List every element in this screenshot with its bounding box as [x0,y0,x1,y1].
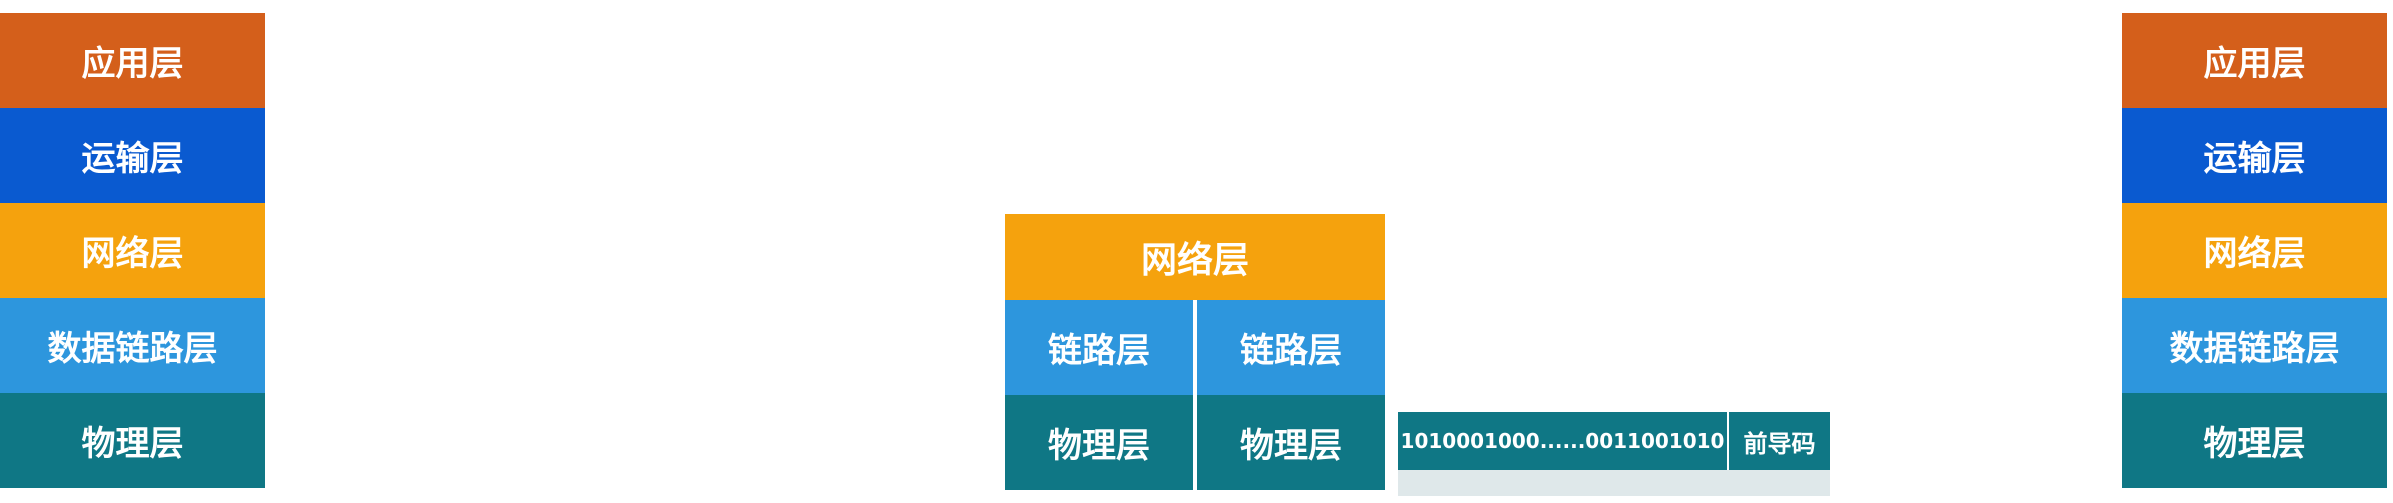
bitstream-shadow [1398,470,1830,496]
sender-application-layer: 应用层 [0,13,265,108]
router-stack: 网络层 链路层 链路层 物理层 物理层 [1005,214,1385,490]
router-link-layer-right: 链路层 [1197,300,1385,395]
router-link-layer-left: 链路层 [1005,300,1193,395]
receiver-data-link-layer: 数据链路层 [2122,298,2387,393]
receiver-transport-layer: 运输层 [2122,108,2387,203]
bitstream-frame: 1010001000......0011001010 前导码 [1398,412,1830,470]
receiver-protocol-stack: 应用层 运输层 网络层 数据链路层 物理层 [2122,13,2387,488]
receiver-application-layer: 应用层 [2122,13,2387,108]
router-physical-layer-right: 物理层 [1197,395,1385,490]
sender-physical-layer: 物理层 [0,393,265,488]
sender-protocol-stack: 应用层 运输层 网络层 数据链路层 物理层 [0,13,265,488]
bitstream-data: 1010001000......0011001010 [1400,429,1725,453]
receiver-physical-layer: 物理层 [2122,393,2387,488]
receiver-network-layer: 网络层 [2122,203,2387,298]
bitstream-preamble: 前导码 [1743,429,1816,458]
router-network-layer: 网络层 [1005,214,1385,300]
sender-network-layer: 网络层 [0,203,265,298]
sender-data-link-layer: 数据链路层 [0,298,265,393]
router-physical-layer-left: 物理层 [1005,395,1193,490]
sender-transport-layer: 运输层 [0,108,265,203]
